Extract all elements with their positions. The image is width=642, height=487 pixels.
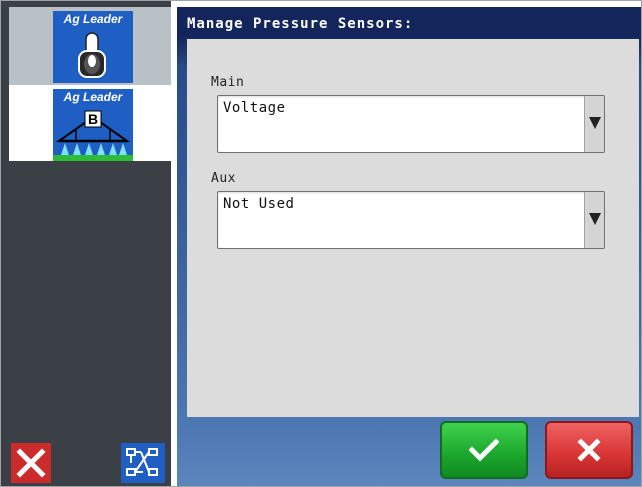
sidebar: Ag Leader Ag Leader B <box>1 1 171 486</box>
main-sensor-label: Main <box>211 75 245 90</box>
network-diagram-icon <box>126 448 158 476</box>
close-icon <box>16 448 46 478</box>
sidebar-close-button[interactable] <box>11 443 51 483</box>
dialog-content-panel: Main Voltage Aux Not Used <box>187 39 639 417</box>
main-sensor-value: Voltage <box>223 100 286 116</box>
toggle-switch-icon <box>78 32 106 78</box>
cancel-button[interactable] <box>545 421 633 479</box>
diagnostics-button[interactable] <box>121 443 165 483</box>
aux-sensor-value: Not Used <box>223 196 295 212</box>
aux-sensor-select[interactable]: Not Used <box>217 191 605 249</box>
module-card: Ag Leader <box>53 89 133 161</box>
section-badge: B <box>87 111 99 127</box>
checkmark-icon <box>469 438 499 462</box>
module-card: Ag Leader <box>53 11 133 83</box>
screen: Ag Leader Ag Leader B Manage Pressure Se… <box>0 0 642 487</box>
module-tile-boom[interactable]: Ag Leader B <box>9 85 171 161</box>
close-icon <box>577 438 601 462</box>
dialog-title: Manage Pressure Sensors: <box>187 16 414 32</box>
aux-sensor-label: Aux <box>211 171 236 186</box>
manage-pressure-sensors-dialog: Manage Pressure Sensors: Main Voltage Au… <box>177 7 641 486</box>
main-sensor-select[interactable]: Voltage <box>217 95 605 153</box>
module-tile-switch[interactable]: Ag Leader <box>9 7 171 85</box>
aux-sensor-dropdown-arrow[interactable] <box>584 192 604 248</box>
ok-button[interactable] <box>440 421 528 479</box>
main-sensor-dropdown-arrow[interactable] <box>584 96 604 152</box>
dropdown-arrow-icon <box>589 117 601 129</box>
dropdown-arrow-icon <box>589 213 601 225</box>
